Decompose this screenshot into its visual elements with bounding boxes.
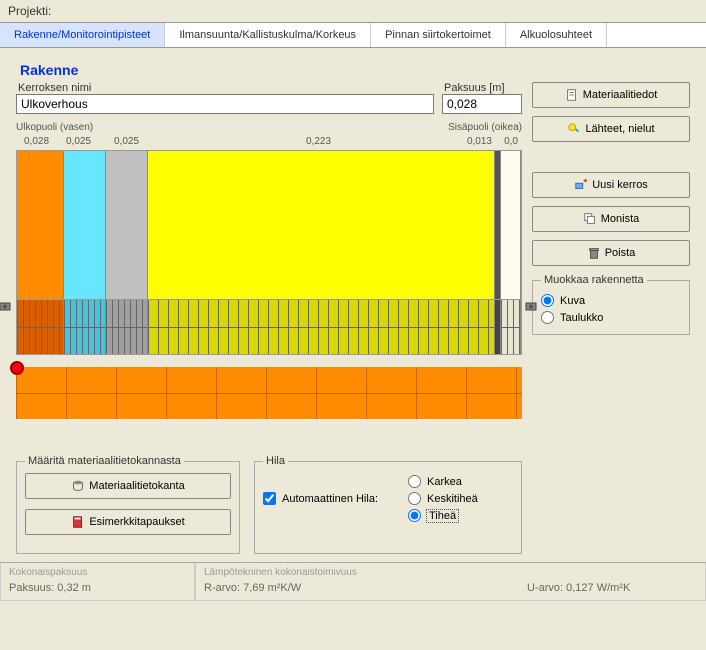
layer-6[interactable] — [501, 151, 521, 299]
inside-label: Sisäpuoli (oikea) — [448, 122, 522, 133]
window-title: Projekti: — [0, 0, 706, 22]
delete-button[interactable]: Poista — [532, 240, 690, 266]
layer-4[interactable] — [148, 151, 495, 299]
edit-structure-legend: Muokkaa rakennetta — [541, 274, 647, 286]
define-panel-legend: Määritä materiaalitietokannasta — [25, 455, 184, 467]
material-info-button[interactable]: Materiaalitiedot — [532, 82, 690, 108]
layer-1[interactable] — [17, 151, 64, 299]
duplicate-button[interactable]: Monista — [532, 206, 690, 232]
grid-fine-radio[interactable]: Tiheä — [408, 507, 478, 524]
grid-band[interactable] — [16, 300, 522, 355]
grid-panel-legend: Hila — [263, 455, 288, 467]
edit-structure-panel: Muokkaa rakennetta Kuva Taulukko — [532, 274, 690, 335]
tab-bar: Rakenne/Monitorointipisteet Ilmansuunta/… — [0, 22, 706, 48]
material-db-button[interactable]: Materiaalitietokanta — [25, 473, 231, 499]
layer-diagram[interactable] — [16, 150, 522, 300]
edit-image-radio[interactable]: Kuva — [541, 292, 681, 309]
new-layer-icon — [574, 178, 588, 192]
tab-orientation[interactable]: Ilmansuunta/Kallistuskulma/Korkeus — [165, 23, 371, 47]
drag-handle[interactable] — [10, 361, 24, 375]
section-heading: Rakenne — [16, 60, 522, 80]
database-icon — [71, 479, 85, 493]
footer: Kokonaispaksuus Paksuus: 0,32 m Lämpötek… — [0, 562, 706, 601]
layer-3[interactable] — [106, 151, 148, 299]
sources-sinks-button[interactable]: Lähteet, nielut — [532, 116, 690, 142]
new-layer-button[interactable]: Uusi kerros — [532, 172, 690, 198]
auto-grid-check[interactable]: Automaattinen Hila: — [263, 473, 378, 524]
dim-tick-4: 0,013 — [467, 136, 492, 147]
grid-medium-radio[interactable]: Keskitiheä — [408, 490, 478, 507]
layer-name-input[interactable] — [16, 94, 434, 114]
edit-table-radio[interactable]: Taulukko — [541, 309, 681, 326]
grid-panel: Hila Automaattinen Hila: Karkea Keskitih… — [254, 455, 522, 554]
document-icon — [565, 88, 579, 102]
trash-icon — [587, 246, 601, 260]
grid-coarse-radio[interactable]: Karkea — [408, 473, 478, 490]
camera-left-icon — [0, 298, 14, 314]
thickness-label: Paksuus [m] — [442, 82, 522, 94]
footer-thermal: Lämpötekninen kokonaistoimivuus R-arvo: … — [195, 563, 706, 601]
tab-structure[interactable]: Rakenne/Monitorointipisteet — [0, 23, 165, 47]
material-block[interactable] — [16, 367, 522, 419]
footer-thickness: Kokonaispaksuus Paksuus: 0,32 m — [0, 563, 195, 601]
dim-tick-1: 0,025 — [66, 136, 91, 147]
dim-tick-far-right: 0,0 — [504, 136, 518, 147]
dim-tick-0: 0,028 — [24, 136, 49, 147]
examples-button[interactable]: Esimerkkitapaukset — [25, 509, 231, 535]
layer-name-label: Kerroksen nimi — [16, 82, 434, 94]
layer-2[interactable] — [64, 151, 106, 299]
lightbulb-icon — [567, 122, 581, 136]
tab-initial-conditions[interactable]: Alkuolosuhteet — [506, 23, 607, 47]
dimension-labels: Ulkopuoli (vasen) Sisäpuoli (oikea) 0,02… — [16, 122, 522, 150]
dim-tick-3: 0,223 — [306, 136, 331, 147]
define-from-db-panel: Määritä materiaalitietokannasta Materiaa… — [16, 455, 240, 554]
copy-icon — [583, 212, 597, 226]
outside-label: Ulkopuoli (vasen) — [16, 122, 93, 133]
dim-tick-2: 0,025 — [114, 136, 139, 147]
auto-grid-checkbox[interactable] — [263, 492, 276, 505]
tab-surface-coeff[interactable]: Pinnan siirtokertoimet — [371, 23, 506, 47]
thickness-input[interactable] — [442, 94, 522, 114]
book-icon — [71, 515, 85, 529]
camera-right-icon — [524, 298, 540, 314]
